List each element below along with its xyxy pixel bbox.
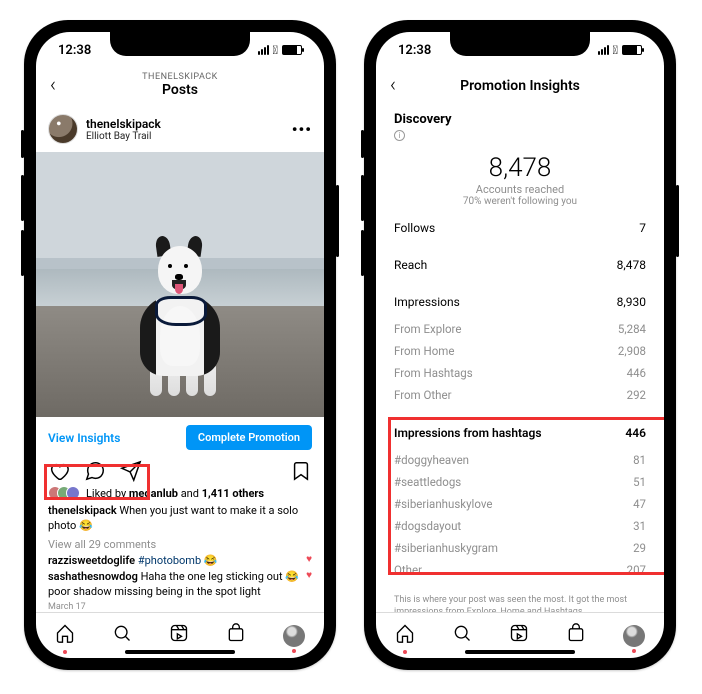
notch bbox=[110, 32, 250, 56]
insights-footer-text: This is where your post was seen the mos… bbox=[394, 595, 646, 612]
wifi-icon: 􀙇 bbox=[613, 43, 618, 57]
post-username[interactable]: thenelskipack bbox=[86, 117, 284, 131]
row-hashtag: #siberianhuskygram29 bbox=[394, 537, 646, 559]
row-follows: Follows7 bbox=[394, 207, 646, 244]
back-icon[interactable]: ‹ bbox=[50, 72, 56, 96]
accounts-reached-value: 8,478 bbox=[394, 153, 646, 183]
view-insights-link[interactable]: View Insights bbox=[48, 431, 120, 445]
post-location[interactable]: Elliott Bay Trail bbox=[86, 131, 284, 142]
tab-search[interactable] bbox=[452, 623, 472, 648]
tab-profile[interactable] bbox=[283, 625, 305, 647]
nav-header: ‹ Promotion Insights bbox=[376, 68, 664, 102]
comment-like-icon[interactable]: ♥ bbox=[306, 570, 312, 581]
tab-home[interactable] bbox=[395, 623, 415, 648]
nav-header: ‹ THENELSKIPACK Posts bbox=[36, 68, 324, 106]
comment-icon[interactable] bbox=[84, 460, 106, 482]
accounts-reached-block: 8,478 Accounts reached 70% weren't follo… bbox=[394, 153, 646, 207]
nav-title: Posts bbox=[36, 82, 324, 98]
home-indicator bbox=[125, 650, 235, 654]
tab-bar bbox=[36, 612, 324, 658]
tab-reels[interactable] bbox=[169, 623, 189, 648]
battery-icon bbox=[282, 45, 302, 55]
row-from-explore: From Explore5,284 bbox=[394, 318, 646, 340]
phone-left-frame: 12:38 ↗ 􀙇 ‹ THENELSKIPACK Posts thenelsk… bbox=[24, 20, 336, 670]
screen-right: 12:38 ↗ 􀙇 ‹ Promotion Insights Discovery… bbox=[376, 32, 664, 658]
nav-subtitle: THENELSKIPACK bbox=[36, 72, 324, 82]
section-discovery: Discovery bbox=[394, 112, 646, 127]
likes-row[interactable]: Liked by meganlub and 1,411 others bbox=[36, 484, 324, 502]
row-impressions: Impressions8,930 bbox=[394, 281, 646, 318]
notch bbox=[450, 32, 590, 56]
like-icon[interactable] bbox=[48, 460, 70, 482]
liker-avatar bbox=[66, 486, 80, 500]
wifi-icon: 􀙇 bbox=[273, 43, 278, 57]
more-icon[interactable]: ••• bbox=[292, 120, 312, 139]
tab-search[interactable] bbox=[112, 623, 132, 648]
screen-left: 12:38 ↗ 􀙇 ‹ THENELSKIPACK Posts thenelsk… bbox=[36, 32, 324, 658]
post-image[interactable] bbox=[36, 152, 324, 417]
accounts-reached-sub: 70% weren't following you bbox=[394, 196, 646, 207]
back-icon[interactable]: ‹ bbox=[390, 72, 396, 96]
nav-title: Promotion Insights bbox=[376, 78, 664, 94]
comment-like-icon[interactable]: ♥ bbox=[306, 554, 312, 565]
signal-icon bbox=[598, 45, 609, 55]
post-caption: thenelskipack When you just want to make… bbox=[36, 502, 324, 536]
share-icon[interactable] bbox=[120, 460, 142, 482]
tab-shop[interactable] bbox=[566, 623, 586, 648]
row-hashtag: #seattledogs51 bbox=[394, 471, 646, 493]
row-reach: Reach8,478 bbox=[394, 244, 646, 281]
row-hashtag: #dogsdayout31 bbox=[394, 515, 646, 537]
row-impressions-hashtags: Impressions from hashtags446 bbox=[394, 412, 646, 449]
row-hashtag: #doggyheaven81 bbox=[394, 449, 646, 471]
tab-reels[interactable] bbox=[509, 623, 529, 648]
bookmark-icon[interactable] bbox=[290, 460, 312, 482]
status-time: 12:38 bbox=[398, 43, 431, 58]
view-all-comments[interactable]: View all 29 comments bbox=[36, 536, 324, 553]
accounts-reached-label: Accounts reached bbox=[394, 183, 646, 196]
tab-shop[interactable] bbox=[226, 623, 246, 648]
info-icon[interactable]: i bbox=[394, 130, 405, 141]
battery-icon bbox=[622, 45, 642, 55]
home-indicator bbox=[465, 650, 575, 654]
signal-icon bbox=[258, 45, 269, 55]
insights-content[interactable]: Discovery i 8,478 Accounts reached 70% w… bbox=[376, 102, 664, 612]
complete-promotion-button[interactable]: Complete Promotion bbox=[186, 425, 312, 450]
row-from-home: From Home2,908 bbox=[394, 340, 646, 362]
tab-home[interactable] bbox=[55, 623, 75, 648]
tab-bar bbox=[376, 612, 664, 658]
comment-row: razzisweetdoglife #photobomb 😂 ♥ bbox=[36, 553, 324, 569]
row-from-other: From Other292 bbox=[394, 384, 646, 406]
comment-row: sashathesnowdog Haha the one leg stickin… bbox=[36, 569, 324, 600]
post-actions bbox=[36, 456, 324, 484]
post-header: thenelskipack Elliott Bay Trail ••• bbox=[36, 106, 324, 152]
status-time: 12:38 bbox=[58, 43, 91, 58]
post-avatar[interactable] bbox=[48, 114, 78, 144]
row-hashtag: Other207 bbox=[394, 559, 646, 581]
row-hashtag: #siberianhuskylove47 bbox=[394, 493, 646, 515]
post-date: March 17 bbox=[36, 600, 324, 612]
row-from-hashtags: From Hashtags446 bbox=[394, 362, 646, 384]
phone-right-frame: 12:38 ↗ 􀙇 ‹ Promotion Insights Discovery… bbox=[364, 20, 676, 670]
tab-profile[interactable] bbox=[623, 625, 645, 647]
